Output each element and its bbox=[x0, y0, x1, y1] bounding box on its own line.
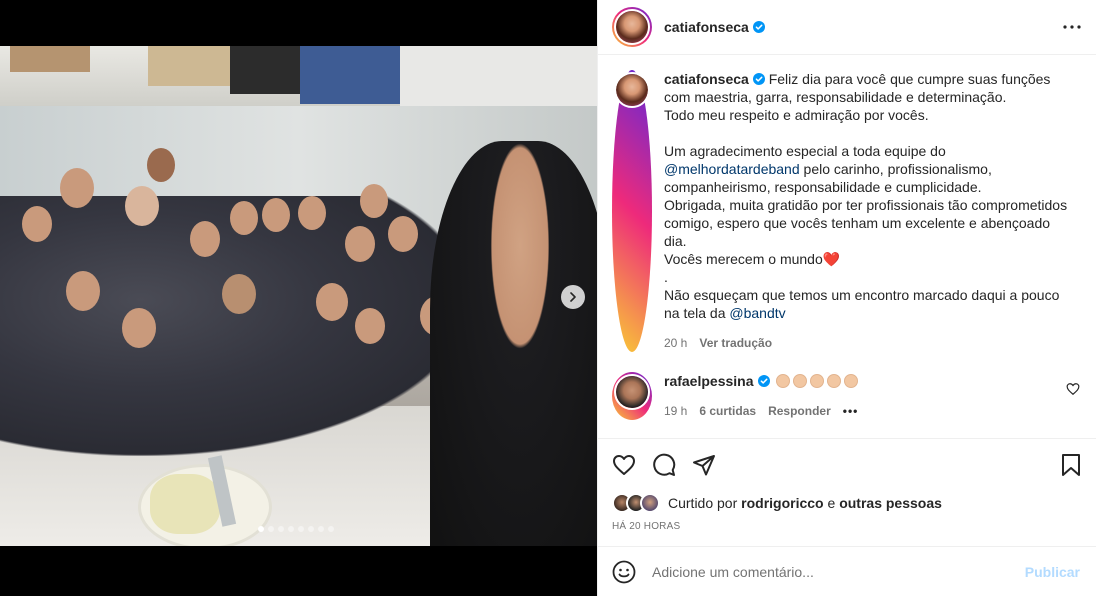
verified-badge-icon bbox=[752, 73, 765, 85]
carousel-indicator bbox=[258, 526, 334, 532]
caption: catiafonseca Feliz dia para você que cum… bbox=[612, 70, 1082, 352]
caption-text-part: pelo carinho, profissionalismo, companhe… bbox=[664, 161, 1068, 321]
carousel-dot bbox=[258, 526, 264, 532]
caption-avatar[interactable] bbox=[612, 70, 652, 352]
post-modal: catiafonseca catiafonseca Feliz dia para… bbox=[0, 0, 1096, 596]
carousel-dot bbox=[318, 526, 324, 532]
publish-button[interactable]: Publicar bbox=[1025, 564, 1080, 580]
carousel-dot bbox=[268, 526, 274, 532]
author-avatar[interactable] bbox=[612, 7, 652, 47]
carousel-dot bbox=[278, 526, 284, 532]
mention-link[interactable]: @bandtv bbox=[729, 305, 785, 321]
avatar bbox=[640, 493, 660, 513]
add-comment-bar: Adicione um comentário... Publicar bbox=[598, 546, 1096, 596]
verified-badge-icon bbox=[757, 375, 770, 387]
heart-icon bbox=[613, 455, 635, 475]
share-button[interactable] bbox=[692, 445, 732, 485]
liker-avatars[interactable] bbox=[612, 493, 660, 513]
likes-summary: Curtido por rodrigoricco e outras pessoa… bbox=[612, 493, 1082, 513]
carousel-dot bbox=[328, 526, 334, 532]
like-button[interactable] bbox=[612, 445, 652, 485]
post-photo bbox=[0, 46, 597, 546]
comment-likes[interactable]: 6 curtidas bbox=[699, 402, 756, 420]
comment-input[interactable]: Adicione um comentário... bbox=[652, 564, 1025, 580]
comment-time[interactable]: 19 h bbox=[664, 402, 687, 420]
liker-username[interactable]: rodrigoricco bbox=[741, 495, 823, 511]
comment-options-button[interactable]: ••• bbox=[843, 402, 859, 420]
translate-button[interactable]: Ver tradução bbox=[699, 334, 772, 352]
comment-bubble-icon bbox=[653, 453, 676, 476]
author-username[interactable]: catiafonseca bbox=[664, 19, 749, 35]
likes-middle: e bbox=[823, 495, 840, 511]
carousel-dot bbox=[298, 526, 304, 532]
post-media bbox=[0, 0, 597, 596]
paper-plane-icon bbox=[693, 455, 715, 476]
commenter-avatar[interactable] bbox=[612, 372, 652, 420]
post-timestamp[interactable]: HÁ 20 HORAS bbox=[612, 521, 1082, 532]
commenter-username[interactable]: rafaelpessina bbox=[664, 373, 754, 389]
carousel-dot bbox=[288, 526, 294, 532]
comments-section: catiafonseca Feliz dia para você que cum… bbox=[598, 56, 1096, 438]
like-comment-heart-icon[interactable] bbox=[1066, 382, 1080, 396]
more-options-button[interactable] bbox=[1060, 15, 1084, 39]
save-button[interactable] bbox=[1042, 445, 1082, 485]
verified-badge-icon bbox=[752, 21, 765, 33]
reply-button[interactable]: Responder bbox=[768, 402, 831, 420]
carousel-dot bbox=[308, 526, 314, 532]
emoji-picker-icon[interactable] bbox=[612, 560, 636, 584]
caption-time[interactable]: 20 h bbox=[664, 334, 687, 352]
other-likers-link[interactable]: outras pessoas bbox=[839, 495, 942, 511]
next-slide-button[interactable] bbox=[561, 285, 585, 309]
post-sidebar: catiafonseca catiafonseca Feliz dia para… bbox=[597, 0, 1096, 596]
comment: rafaelpessina 19 h 6 curtidas Responder … bbox=[612, 372, 1082, 420]
chevron-right-icon bbox=[570, 292, 576, 302]
comment-button[interactable] bbox=[652, 445, 692, 485]
post-actions: Curtido por rodrigoricco e outras pessoa… bbox=[598, 438, 1096, 546]
clapping-emoji-icon bbox=[773, 373, 859, 389]
post-header: catiafonseca bbox=[598, 0, 1096, 55]
bookmark-icon bbox=[1062, 454, 1080, 476]
likes-prefix: Curtido por bbox=[668, 495, 742, 511]
mention-link[interactable]: @melhordatardeband bbox=[664, 161, 800, 177]
caption-username[interactable]: catiafonseca bbox=[664, 71, 749, 87]
more-horizontal-icon bbox=[1063, 25, 1081, 29]
